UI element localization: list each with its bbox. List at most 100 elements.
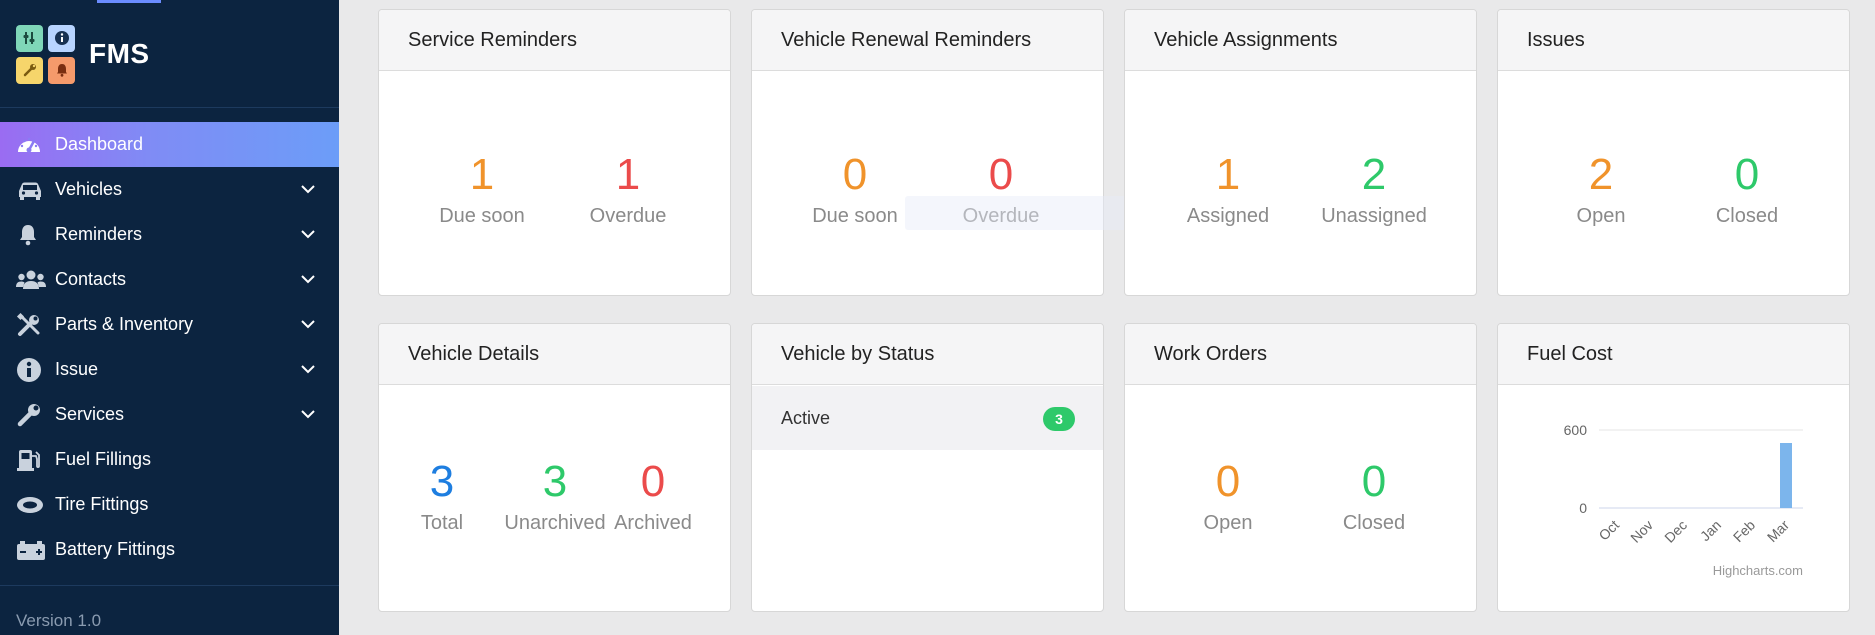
logo-tile-wrench-icon (16, 56, 43, 84)
stat-value: 0 (842, 150, 868, 199)
sidebar-item-tire-fittings[interactable]: Tire Fittings (0, 482, 339, 527)
stat-label: Open (1576, 205, 1626, 227)
sidebar-item-vehicles[interactable]: Vehicles (0, 167, 339, 212)
sidebar-item-label: Fuel Fillings (55, 449, 152, 469)
sidebar-item-reminders[interactable]: Reminders (0, 212, 339, 257)
stat-total[interactable]: 3 Total (379, 457, 507, 535)
card-title: Vehicle Renewal Reminders (752, 10, 1103, 71)
stat-label: Total (420, 512, 464, 534)
stat-label: Closed (1342, 512, 1406, 534)
sidebar-item-label: Parts & Inventory (55, 314, 194, 334)
x-tick-label: Oct (1595, 517, 1622, 544)
issues-card: Issues 2 Open 0 Closed (1497, 9, 1850, 296)
stat-value: 1 (615, 150, 641, 199)
card-title: Work Orders (1125, 324, 1476, 385)
bar-mar (1780, 443, 1792, 508)
card-title: Issues (1498, 10, 1849, 71)
faded-overlay (905, 196, 1130, 230)
card-title: Fuel Cost (1498, 324, 1849, 385)
sidebar-item-issue[interactable]: Issue (0, 347, 339, 392)
stat-value: 2 (1588, 150, 1614, 199)
app-logo (16, 24, 75, 84)
stat-overdue[interactable]: 1 Overdue (553, 150, 703, 228)
fuel-pump-icon (16, 448, 46, 472)
brand[interactable]: FMS (16, 24, 150, 84)
stat-assigned[interactable]: 1 Assigned (1153, 150, 1303, 228)
sidebar-item-parts-inventory[interactable]: Parts & Inventory (0, 302, 339, 347)
vehicle-assignments-card: Vehicle Assignments 1 Assigned 2 Unassig… (1124, 9, 1477, 296)
stat-value: 0 (1215, 457, 1241, 506)
stat-value: 0 (988, 150, 1014, 199)
x-tick-label: Dec (1661, 517, 1690, 546)
y-tick-label: 0 (1579, 500, 1587, 516)
chevron-down-icon[interactable] (300, 361, 316, 377)
fuel-cost-chart: 600 0 Oct Nov Dec Jan Feb Mar Highcharts.com (1564, 422, 1803, 578)
chevron-down-icon[interactable] (300, 406, 316, 422)
top-accent-bar (97, 0, 161, 3)
bell-icon (16, 223, 46, 247)
service-reminders-card: Service Reminders 1 Due soon 1 Overdue (378, 9, 731, 296)
tools-icon (16, 312, 46, 337)
sidebar-item-label: Dashboard (55, 134, 144, 154)
vehicle-renewal-reminders-card: Vehicle Renewal Reminders 0 Due soon 0 O… (751, 9, 1104, 296)
stat-label: Open (1203, 512, 1253, 534)
stat-value: 1 (1215, 150, 1241, 199)
version-label: Version 1.0 (16, 611, 102, 630)
stat-value: 1 (469, 150, 495, 199)
stat-value: 3 (429, 457, 455, 506)
y-tick-label: 600 (1564, 422, 1588, 438)
speedometer-icon (16, 133, 46, 157)
sidebar-item-services[interactable]: Services (0, 392, 339, 437)
stat-closed[interactable]: 0 Closed (1672, 150, 1822, 228)
sidebar-nav: Dashboard Vehicles Reminders Contacts Pa… (0, 122, 339, 572)
x-tick-label: Jan (1697, 517, 1724, 544)
status-label: Active (781, 407, 831, 428)
chevron-down-icon[interactable] (300, 181, 316, 197)
stat-unassigned[interactable]: 2 Unassigned (1299, 150, 1449, 228)
sidebar: FMS Dashboard Vehicles Reminders Contact… (0, 0, 339, 635)
users-icon (16, 268, 46, 292)
stat-label: Closed (1715, 205, 1779, 227)
stat-archived[interactable]: 0 Archived (588, 457, 718, 535)
sidebar-item-contacts[interactable]: Contacts (0, 257, 339, 302)
logo-tile-bell-icon (48, 56, 75, 84)
logo-tile-info-icon (48, 24, 75, 52)
fuel-cost-card: Fuel Cost 600 0 Oct Nov Dec Jan Feb Mar Highchar… (1497, 323, 1850, 612)
chart-credit: Highcharts.com (1713, 563, 1803, 578)
logo-tile-sliders-icon (16, 24, 43, 52)
tire-icon (16, 493, 46, 517)
sidebar-item-label: Vehicles (55, 179, 123, 199)
sidebar-item-fuel-fillings[interactable]: Fuel Fillings (0, 437, 339, 482)
stat-label: Due soon (439, 205, 525, 227)
sidebar-item-battery-fittings[interactable]: Battery Fittings (0, 527, 339, 572)
chevron-down-icon[interactable] (300, 316, 316, 332)
stat-due-soon[interactable]: 1 Due soon (407, 150, 557, 228)
sidebar-item-label: Reminders (55, 224, 143, 244)
chevron-down-icon[interactable] (300, 271, 316, 287)
x-tick-label: Feb (1730, 517, 1759, 546)
stat-open[interactable]: 2 Open (1526, 150, 1676, 228)
stat-value: 0 (640, 457, 666, 506)
work-orders-card: Work Orders 0 Open 0 Closed (1124, 323, 1477, 612)
wrench-icon (16, 403, 46, 427)
sidebar-item-label: Issue (55, 359, 99, 379)
battery-icon (16, 538, 46, 562)
card-title: Vehicle Details (379, 324, 730, 385)
vehicle-by-status-card: Vehicle by Status Active 3 (751, 323, 1104, 612)
sidebar-item-label: Services (55, 404, 125, 424)
count-badge: 3 (1043, 407, 1075, 431)
stat-value: 0 (1734, 150, 1760, 199)
brand-name: FMS (89, 38, 150, 69)
card-title: Service Reminders (379, 10, 730, 71)
sidebar-item-dashboard[interactable]: Dashboard (0, 122, 339, 167)
info-circle-icon (16, 357, 46, 382)
sidebar-item-label: Contacts (55, 269, 127, 289)
card-title: Vehicle by Status (752, 324, 1103, 385)
stat-open[interactable]: 0 Open (1153, 457, 1303, 535)
chevron-down-icon[interactable] (300, 226, 316, 242)
stat-value: 2 (1361, 150, 1387, 199)
car-icon (16, 178, 46, 202)
stat-closed[interactable]: 0 Closed (1299, 457, 1449, 535)
x-tick-label: Mar (1764, 517, 1793, 546)
status-row-active[interactable]: Active 3 (752, 386, 1103, 450)
